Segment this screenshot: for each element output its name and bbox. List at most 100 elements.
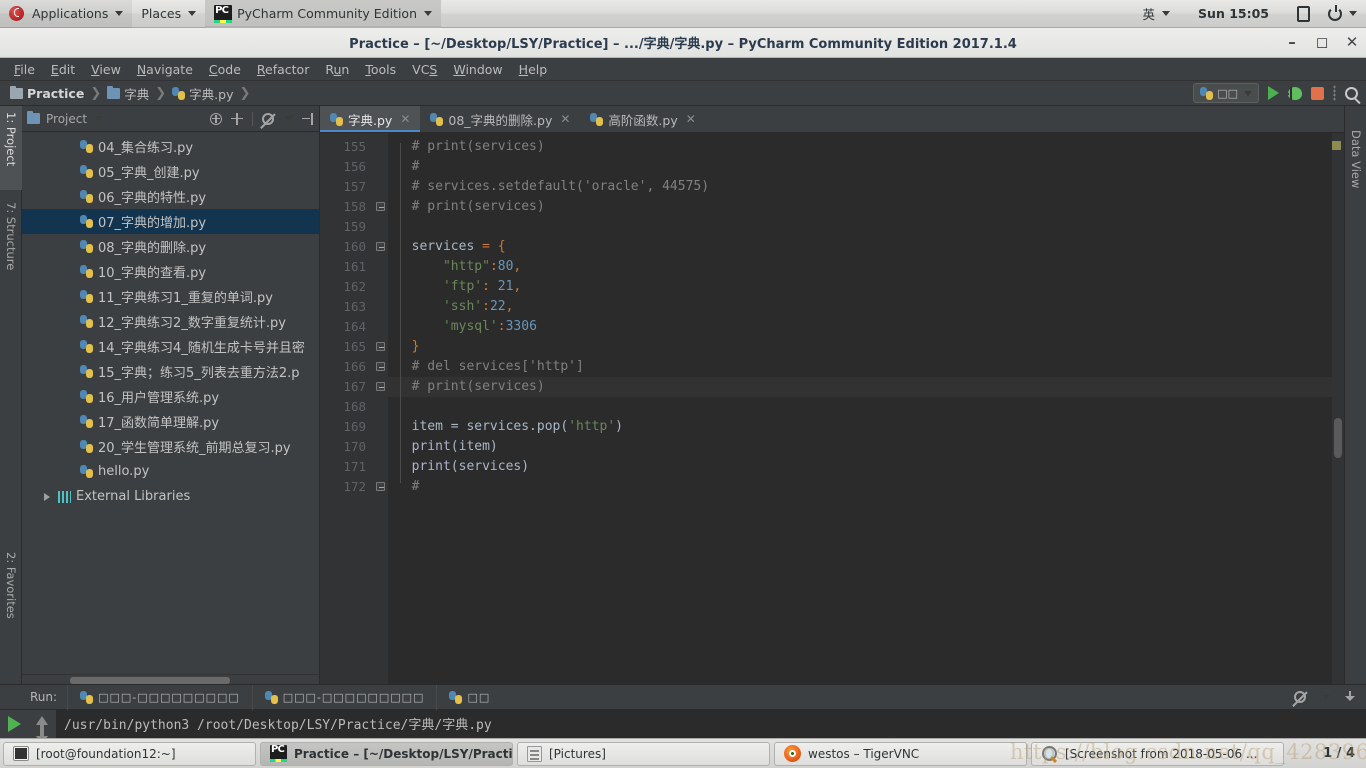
list-item[interactable]: 20_学生管理系统_前期总复习.py xyxy=(22,434,319,459)
menu-edit[interactable]: Edit xyxy=(43,60,83,79)
chevron-right-icon[interactable] xyxy=(44,492,50,501)
fold-marker-icon[interactable] xyxy=(376,362,385,371)
close-icon[interactable]: ✕ xyxy=(686,112,696,126)
project-panel-hscrollbar[interactable] xyxy=(22,674,319,684)
sidebar-item-favorites[interactable]: 2: Favorites xyxy=(0,546,22,656)
menu-code[interactable]: Code xyxy=(201,60,249,79)
taskbar-item-tigervnc[interactable]: westos – TigerVNC xyxy=(774,741,1027,766)
code-token: 'http' xyxy=(568,419,616,434)
window-list-taskbar: [root@foundation12:~] Practice – [~/Desk… xyxy=(0,738,1366,768)
search-icon[interactable] xyxy=(1345,86,1358,100)
screen-indicator[interactable] xyxy=(1288,0,1319,28)
list-item[interactable]: 06_字典的特性.py xyxy=(22,184,319,209)
line-number: 169 xyxy=(343,419,366,434)
window-controls: – ◻ ✕ xyxy=(1284,28,1360,58)
tab-zidian-py[interactable]: 字典.py ✕ xyxy=(320,106,421,132)
code-line: 'ssh':22, xyxy=(388,297,1332,317)
fold-marker-icon[interactable] xyxy=(376,382,385,391)
system-menu[interactable] xyxy=(1319,0,1366,28)
chevron-down-icon[interactable] xyxy=(95,116,104,121)
menu-refactor[interactable]: Refactor xyxy=(249,60,317,79)
breadcrumb-item-folder[interactable]: 字典 xyxy=(105,84,151,103)
gear-icon[interactable] xyxy=(262,112,274,125)
list-item[interactable]: 08_字典的删除.py xyxy=(22,234,319,259)
close-icon[interactable]: ✕ xyxy=(400,112,410,126)
stop-button[interactable] xyxy=(1311,86,1324,100)
taskbar-item-pictures[interactable]: [Pictures] xyxy=(517,741,770,766)
code-token: 80 xyxy=(497,259,514,274)
list-item-external-libraries[interactable]: External Libraries xyxy=(22,484,319,509)
menu-vcs[interactable]: VCS xyxy=(404,60,445,79)
fold-marker-icon[interactable] xyxy=(376,342,385,351)
list-item[interactable]: 14_字典练习4_随机生成卡号并且密 xyxy=(22,334,319,359)
fold-marker-icon[interactable] xyxy=(376,482,385,491)
export-icon[interactable] xyxy=(1344,690,1356,704)
list-item[interactable]: 04_集合练习.py xyxy=(22,134,319,159)
close-icon[interactable]: ✕ xyxy=(560,112,570,126)
breadcrumb-item-file[interactable]: 字典.py xyxy=(170,84,235,103)
code-editor[interactable]: 155 156 157 158 159 160 161 162 163 164 … xyxy=(320,133,1344,684)
sidebar-item-project[interactable]: 1: Project xyxy=(0,106,22,190)
breadcrumb-label: Practice xyxy=(27,85,85,101)
places-menu[interactable]: Places xyxy=(132,0,205,28)
menu-run[interactable]: Run xyxy=(317,60,357,79)
applications-menu[interactable]: Applications xyxy=(0,0,133,28)
run-tab-2[interactable]: □□□-□□□□□□□□□ xyxy=(251,684,437,710)
scroll-from-source-icon[interactable] xyxy=(210,112,222,125)
list-item[interactable]: 11_字典练习1_重复的单词.py xyxy=(22,284,319,309)
sidebar-item-data-view[interactable]: Data View xyxy=(1345,124,1366,234)
list-item[interactable]: 17_函数简单理解.py xyxy=(22,409,319,434)
sidebar-item-structure[interactable]: 7: Structure xyxy=(0,196,22,296)
scrollbar-thumb[interactable] xyxy=(70,677,230,684)
run-button[interactable] xyxy=(1268,86,1279,100)
toolbar-overflow-icon[interactable] xyxy=(1333,85,1336,101)
menu-view[interactable]: View xyxy=(83,60,129,79)
warning-marker-icon[interactable] xyxy=(1332,141,1341,150)
list-item[interactable]: 12_字典练习2_数字重复统计.py xyxy=(22,309,319,334)
clock[interactable]: Sun 15:05 xyxy=(1179,0,1288,28)
collapse-all-icon[interactable] xyxy=(231,112,243,125)
menu-help[interactable]: Help xyxy=(511,60,556,79)
run-panel-header: Run: □□□-□□□□□□□□□ □□□-□□□□□□□□□ □□ xyxy=(0,684,1366,710)
list-item[interactable]: 10_字典的查看.py xyxy=(22,259,319,284)
input-method-indicator[interactable]: 英 xyxy=(1134,0,1180,28)
right-tool-window-bar: Data View xyxy=(1344,106,1366,684)
close-button[interactable]: ✕ xyxy=(1344,35,1360,51)
maximize-button[interactable]: ◻ xyxy=(1314,35,1330,51)
taskbar-item-screenshot[interactable]: [Screenshot from 2018-05-06 ... xyxy=(1031,741,1284,766)
line-number: 163 xyxy=(343,299,366,314)
list-item[interactable]: 15_字典；练习5_列表去重方法2.p xyxy=(22,359,319,384)
code-text[interactable]: # print(services) # # services.setdefaul… xyxy=(388,133,1332,684)
gear-icon[interactable] xyxy=(1294,691,1306,703)
chevron-down-icon[interactable] xyxy=(1322,694,1330,700)
rerun-button[interactable] xyxy=(7,716,21,732)
run-configuration-selector[interactable]: □□ xyxy=(1193,83,1259,103)
list-item-selected[interactable]: 07_字典的增加.py xyxy=(22,209,319,234)
menu-navigate[interactable]: Navigate xyxy=(129,60,201,79)
minimize-button[interactable]: – xyxy=(1284,35,1300,51)
taskbar-item-pycharm[interactable]: Practice – [~/Desktop/LSY/Practi... xyxy=(260,741,513,766)
list-item[interactable]: 16_用户管理系统.py xyxy=(22,384,319,409)
tab-08-zidian-shanchu-py[interactable]: 08_字典的删除.py ✕ xyxy=(420,106,580,132)
fold-marker-icon[interactable] xyxy=(376,242,385,251)
list-item[interactable]: 05_字典_创建.py xyxy=(22,159,319,184)
scrollbar-thumb[interactable] xyxy=(1334,418,1342,458)
workspace-pager[interactable]: 1 / 4 xyxy=(1323,746,1363,761)
code-folding-gutter[interactable] xyxy=(374,133,388,684)
run-tab-1[interactable]: □□□-□□□□□□□□□ xyxy=(67,684,252,710)
run-tab-3[interactable]: □□ xyxy=(436,684,502,710)
taskbar-item-terminal[interactable]: [root@foundation12:~] xyxy=(3,741,256,766)
active-app-menu[interactable]: PyCharm Community Edition xyxy=(205,0,441,28)
tab-gaojie-hanshu-py[interactable]: 高阶函数.py ✕ xyxy=(580,106,705,132)
breadcrumb-item-project[interactable]: Practice xyxy=(8,85,86,101)
menu-tools[interactable]: Tools xyxy=(357,60,404,79)
chevron-down-icon[interactable] xyxy=(285,116,293,121)
fold-marker-icon[interactable] xyxy=(376,202,385,211)
debug-button[interactable] xyxy=(1285,86,1302,100)
menu-file[interactable]: File xyxy=(6,60,43,79)
hide-panel-icon[interactable] xyxy=(302,112,314,125)
editor-vertical-scrollbar[interactable] xyxy=(1332,133,1344,684)
list-item[interactable]: hello.py xyxy=(22,459,319,484)
menu-window[interactable]: Window xyxy=(445,60,510,79)
up-arrow-icon[interactable] xyxy=(36,716,48,731)
